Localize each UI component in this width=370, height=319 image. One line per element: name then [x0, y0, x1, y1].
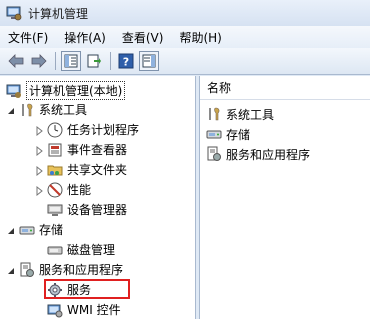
- tree-item-label: 计算机管理(本地): [26, 81, 126, 100]
- tree-item-task-scheduler[interactable]: 任务计划程序: [34, 120, 139, 139]
- tree-item-system-tools[interactable]: 系统工具: [6, 100, 87, 119]
- content-list[interactable]: 名称 系统工具 存储 服务和应用程序: [199, 76, 370, 319]
- computer-management-icon: [6, 83, 22, 99]
- services-apps-icon: [19, 262, 35, 278]
- menu-file[interactable]: 文件(F): [2, 29, 54, 46]
- highlight-box: [44, 279, 130, 299]
- tree-item-label: 任务计划程序: [67, 123, 140, 137]
- event-viewer-icon: [47, 142, 63, 158]
- svg-text:?: ?: [123, 56, 129, 69]
- expand-arrow-icon[interactable]: [34, 145, 44, 156]
- expand-arrow-icon[interactable]: [34, 125, 44, 136]
- clock-icon: [47, 122, 63, 138]
- help-icon[interactable]: ?: [116, 51, 136, 71]
- expand-arrow-icon[interactable]: [34, 165, 44, 176]
- wmi-icon: [47, 302, 63, 318]
- window-title: 计算机管理: [28, 6, 89, 21]
- tree-item-performance[interactable]: 性能: [34, 180, 91, 199]
- list-item-label: 存储: [226, 127, 251, 142]
- list-item-label: 系统工具: [226, 107, 275, 122]
- list-item-label: 服务和应用程序: [226, 147, 311, 162]
- disk-icon: [47, 242, 63, 258]
- title-bar: 计算机管理: [0, 0, 370, 26]
- tree-item-event-viewer[interactable]: 事件查看器: [34, 140, 127, 159]
- shared-folder-icon: [47, 162, 63, 178]
- tree-item-shared-folders[interactable]: 共享文件夹: [34, 160, 127, 179]
- forward-arrow-icon[interactable]: [29, 51, 49, 71]
- collapse-arrow-icon[interactable]: [6, 225, 16, 235]
- tree-item-device-manager[interactable]: 设备管理器: [47, 200, 127, 219]
- list-item[interactable]: 服务和应用程序: [206, 145, 310, 163]
- tree-item-label: 服务和应用程序: [39, 263, 124, 277]
- tools-icon: [206, 106, 222, 122]
- storage-icon: [206, 126, 222, 142]
- toolbar-separator: [110, 52, 111, 70]
- tree-item-label: 设备管理器: [67, 203, 128, 217]
- tree-item-root[interactable]: 计算机管理(本地): [6, 81, 126, 100]
- tools-icon: [19, 102, 35, 118]
- export-list-icon[interactable]: [84, 51, 104, 71]
- list-item[interactable]: 系统工具: [206, 105, 274, 123]
- collapse-arrow-icon[interactable]: [6, 105, 16, 115]
- storage-icon: [19, 222, 35, 238]
- tree-item-label: 磁盘管理: [67, 243, 116, 257]
- tree-item-label: 系统工具: [39, 103, 88, 117]
- toolbar-separator: [55, 52, 56, 70]
- tree-item-storage[interactable]: 存储: [6, 220, 63, 239]
- device-manager-icon: [47, 202, 63, 218]
- expand-arrow-icon[interactable]: [34, 185, 44, 196]
- tree-item-disk-management[interactable]: 磁盘管理: [47, 240, 115, 259]
- tree-item-label: 性能: [67, 183, 92, 197]
- tree-item-wmi[interactable]: WMI 控件: [47, 300, 121, 319]
- computer-management-icon: [6, 5, 22, 21]
- column-header-name[interactable]: 名称: [200, 76, 370, 100]
- tree-item-services-apps[interactable]: 服务和应用程序: [6, 260, 123, 279]
- tree-item-label: WMI 控件: [67, 303, 121, 317]
- show-hide-tree-icon[interactable]: [61, 51, 81, 71]
- action-pane-icon[interactable]: [139, 51, 159, 71]
- list-item[interactable]: 存储: [206, 125, 250, 143]
- services-apps-icon: [206, 146, 222, 162]
- tree-item-label: 事件查看器: [67, 143, 128, 157]
- collapse-arrow-icon[interactable]: [6, 265, 16, 275]
- performance-icon: [47, 182, 63, 198]
- column-header-label: 名称: [207, 81, 232, 95]
- back-arrow-icon[interactable]: [6, 51, 26, 71]
- menu-action[interactable]: 操作(A): [58, 29, 112, 46]
- menu-view[interactable]: 查看(V): [116, 29, 170, 46]
- menu-help[interactable]: 帮助(H): [173, 29, 227, 46]
- menu-bar: 文件(F) 操作(A) 查看(V) 帮助(H): [0, 26, 370, 48]
- tree-item-label: 共享文件夹: [67, 163, 128, 177]
- tree-item-label: 存储: [39, 223, 64, 237]
- toolbar: ?: [0, 48, 370, 75]
